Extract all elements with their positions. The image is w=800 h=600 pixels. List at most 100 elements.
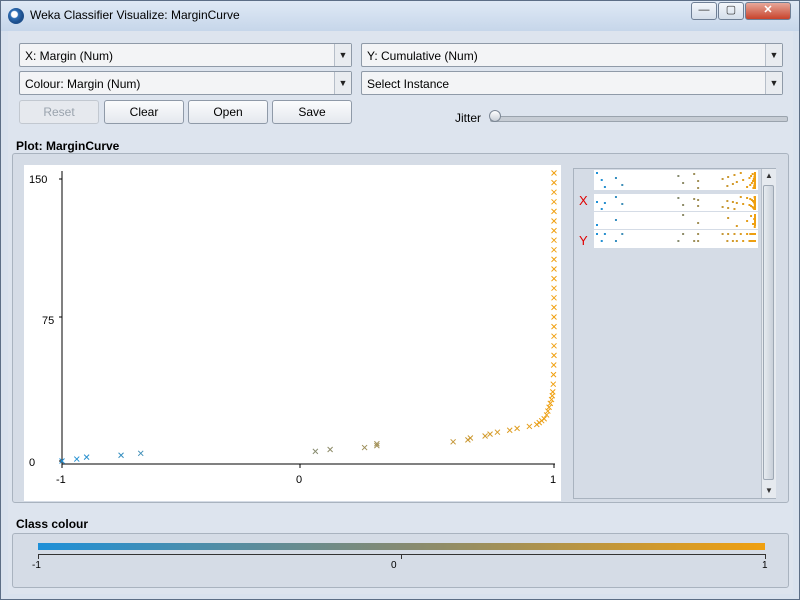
x-tick-label: 1: [550, 474, 556, 486]
data-point[interactable]: [137, 450, 144, 457]
app-window: Weka Classifier Visualize: MarginCurve —…: [0, 0, 800, 600]
data-point[interactable]: [551, 314, 557, 320]
data-point[interactable]: [506, 427, 513, 434]
weka-app-icon: [8, 8, 24, 24]
x-tick-label: -1: [56, 474, 66, 486]
colour-axis-label: -1: [32, 560, 41, 571]
strip-point: [677, 197, 680, 199]
data-point[interactable]: [467, 435, 474, 441]
strip-point: [754, 174, 756, 176]
strip-point: [731, 240, 734, 242]
strip-point: [739, 172, 742, 174]
data-point[interactable]: [551, 323, 557, 330]
data-point[interactable]: [546, 404, 552, 411]
colour-dropdown[interactable]: Colour: Margin (Num) ▼: [19, 71, 352, 95]
data-points: [59, 170, 557, 464]
chevron-down-icon: ▼: [765, 72, 782, 94]
data-point[interactable]: [361, 444, 368, 451]
data-point[interactable]: [83, 454, 90, 461]
maximize-button[interactable]: ▢: [718, 2, 744, 20]
strip-point: [739, 233, 742, 235]
data-point[interactable]: [551, 208, 557, 215]
data-point[interactable]: [550, 362, 557, 368]
strip-point: [697, 222, 700, 224]
data-point[interactable]: [73, 456, 80, 462]
scroll-down-icon[interactable]: ▼: [762, 484, 776, 498]
strip-point: [682, 182, 685, 184]
data-point[interactable]: [544, 408, 551, 414]
y-axis-dropdown[interactable]: Y: Cumulative (Num) ▼: [361, 43, 783, 67]
data-point[interactable]: [487, 431, 493, 437]
data-point[interactable]: [327, 446, 333, 453]
strip-point: [721, 233, 724, 235]
data-point[interactable]: [551, 170, 557, 176]
strip-point: [727, 207, 730, 209]
data-point[interactable]: [118, 452, 124, 459]
attribute-strips[interactable]: [581, 168, 761, 268]
strip-point: [596, 224, 598, 226]
colour-axis-tick: [765, 554, 766, 559]
data-point[interactable]: [514, 425, 520, 432]
strip-point: [746, 186, 749, 188]
data-point[interactable]: [551, 342, 557, 349]
data-point[interactable]: [551, 266, 557, 272]
colour-axis-line: [38, 554, 766, 555]
reset-button[interactable]: Reset: [19, 100, 99, 124]
select-instance-dropdown[interactable]: Select Instance ▼: [361, 71, 783, 95]
data-point[interactable]: [550, 371, 557, 378]
strip-point: [752, 223, 755, 225]
data-point[interactable]: [551, 256, 557, 263]
scroll-thumb[interactable]: [763, 185, 774, 480]
title-bar[interactable]: Weka Classifier Visualize: MarginCurve —…: [1, 1, 799, 31]
close-button[interactable]: ✕: [745, 2, 791, 20]
minimize-button[interactable]: —: [691, 2, 717, 20]
data-point[interactable]: [551, 352, 557, 359]
data-point[interactable]: [312, 448, 319, 455]
strip-point: [726, 200, 729, 202]
data-point[interactable]: [551, 189, 557, 196]
clear-button[interactable]: Clear: [104, 100, 184, 124]
strip-point: [603, 186, 606, 188]
data-point[interactable]: [494, 429, 501, 436]
data-point[interactable]: [551, 285, 557, 292]
data-point[interactable]: [482, 433, 488, 439]
strip-point: [603, 202, 606, 204]
data-point[interactable]: [551, 304, 557, 311]
side-panel-scrollbar[interactable]: ▲ ▼: [761, 169, 776, 498]
strip-point: [735, 181, 738, 183]
data-point[interactable]: [526, 423, 533, 430]
window-title: Weka Classifier Visualize: MarginCurve: [30, 8, 240, 22]
strip-point: [742, 179, 745, 181]
data-point[interactable]: [547, 400, 554, 407]
strip-point: [733, 174, 736, 176]
x-axis-dropdown[interactable]: X: Margin (Num) ▼: [19, 43, 352, 67]
data-point[interactable]: [551, 333, 557, 340]
colour-axis-label: 0: [391, 560, 397, 571]
strip-point: [600, 179, 603, 181]
scatter-plot-svg: 150 75 0 -1 0 1: [29, 170, 557, 486]
data-point[interactable]: [551, 198, 557, 205]
strip-point: [746, 197, 749, 199]
strip-point: [600, 240, 603, 242]
data-point[interactable]: [551, 218, 557, 224]
open-button[interactable]: Open: [188, 100, 268, 124]
data-point[interactable]: [551, 237, 557, 244]
data-point[interactable]: [551, 246, 557, 253]
class-colour-panel: [12, 533, 789, 588]
save-button[interactable]: Save: [272, 100, 352, 124]
jitter-slider[interactable]: [490, 116, 788, 122]
data-point[interactable]: [549, 389, 556, 395]
strip-point: [697, 199, 700, 201]
data-point[interactable]: [450, 438, 456, 445]
main-content: X: Margin (Num) ▼ Y: Cumulative (Num) ▼ …: [8, 31, 793, 594]
scatter-plot[interactable]: 150 75 0 -1 0 1: [24, 165, 561, 501]
jitter-slider-thumb[interactable]: [489, 110, 501, 122]
strip-point: [754, 219, 756, 221]
data-point[interactable]: [550, 381, 557, 388]
scroll-up-icon[interactable]: ▲: [762, 169, 776, 183]
data-point[interactable]: [551, 227, 557, 234]
strip-point: [754, 181, 756, 183]
data-point[interactable]: [551, 275, 557, 282]
data-point[interactable]: [551, 294, 557, 301]
data-point[interactable]: [551, 179, 557, 186]
